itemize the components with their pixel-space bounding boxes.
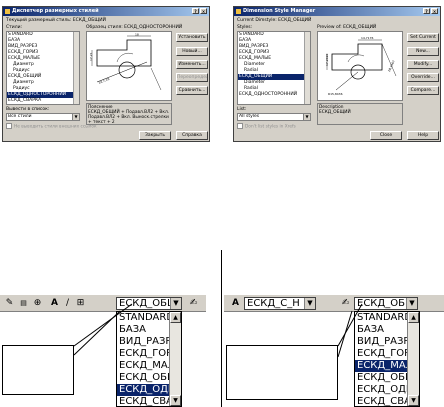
callout-leaders (73, 303, 363, 358)
